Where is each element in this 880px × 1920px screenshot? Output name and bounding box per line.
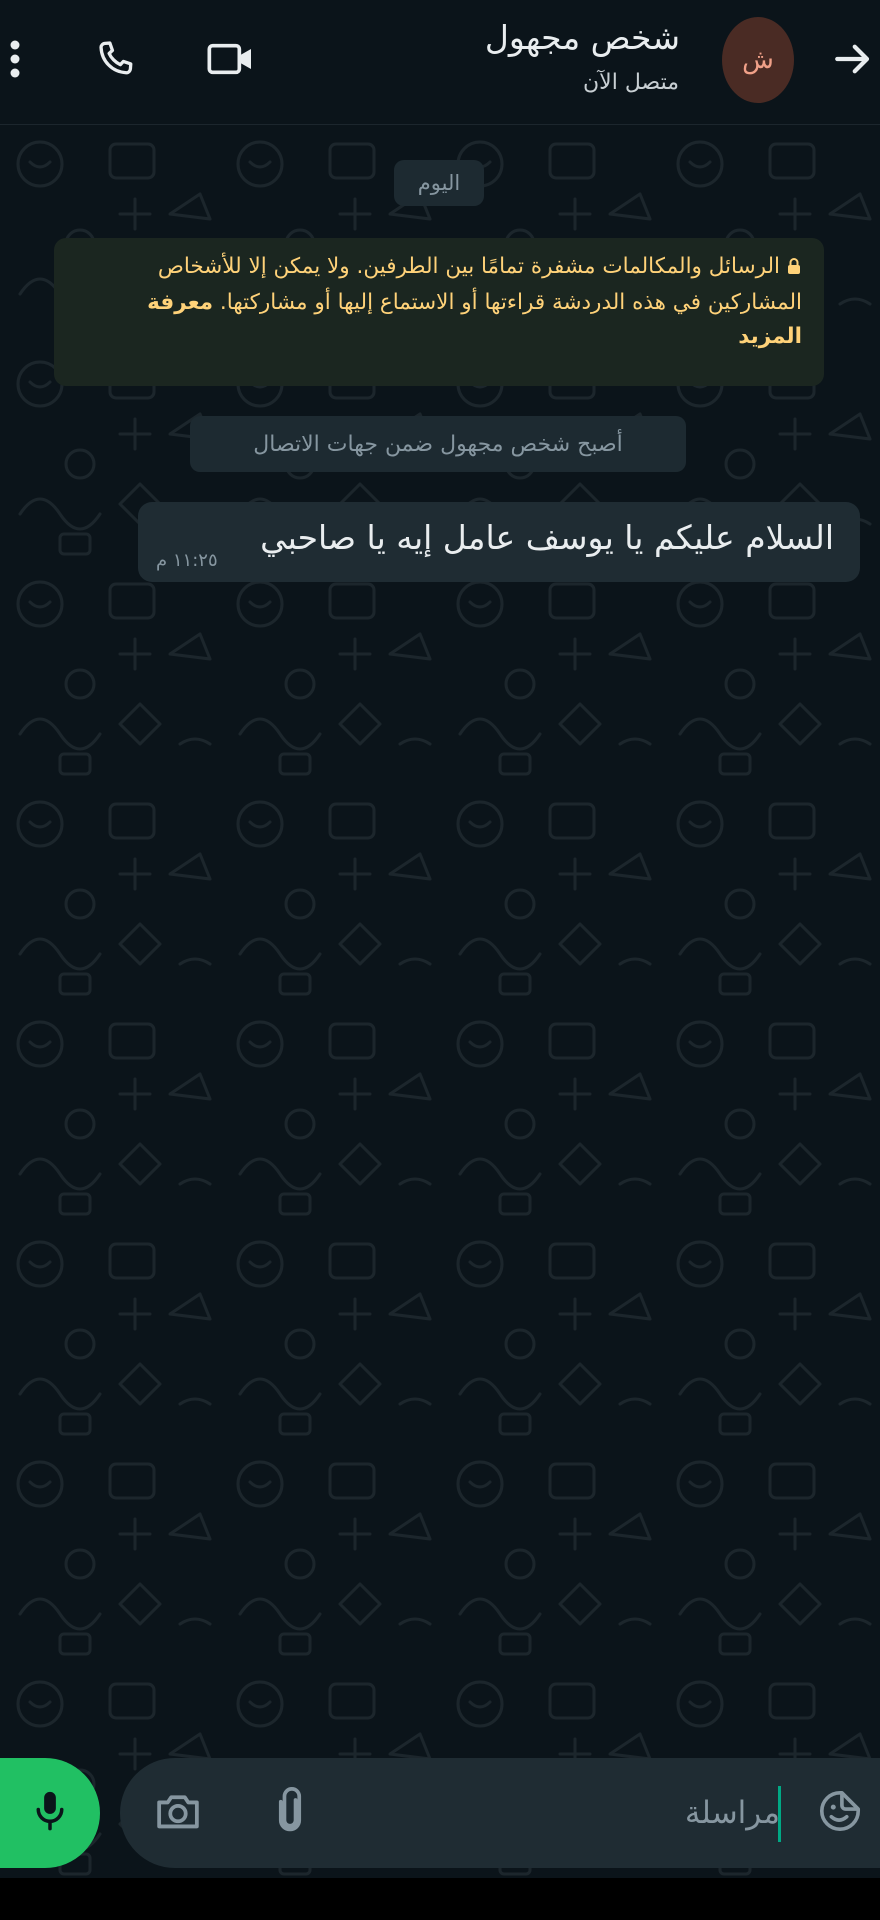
menu-icon — [9, 39, 21, 83]
video-icon — [206, 39, 256, 83]
contact-name[interactable]: شخص مجهول — [485, 18, 680, 57]
attach-icon — [274, 1787, 306, 1839]
chat-header: شخص مجهول متصل الآن ش — [0, 0, 880, 125]
attach-button[interactable] — [262, 1785, 318, 1841]
message-text: السلام عليكم يا يوسف عامل إيه يا صاحبي — [260, 518, 834, 557]
sticker-icon — [817, 1788, 863, 1838]
date-chip: اليوم — [394, 160, 484, 206]
encryption-notice-text: الرسائل والمكالمات مشفرة تمامًا بين الطر… — [157, 254, 802, 315]
camera-icon — [154, 1790, 202, 1836]
sticker-button[interactable] — [812, 1785, 868, 1841]
contact-status: متصل الآن — [583, 70, 679, 95]
avatar-letter: ش — [742, 45, 774, 75]
system-message: أصبح شخص مجهول ضمن جهات الاتصال — [190, 416, 686, 472]
chat-wallpaper — [0, 124, 880, 1878]
phone-icon — [93, 37, 137, 85]
message-bubble[interactable]: السلام عليكم يا يوسف عامل إيه يا صاحبي ١… — [138, 502, 860, 582]
lock-icon — [786, 252, 802, 286]
video-call-button[interactable] — [196, 26, 266, 96]
message-input[interactable] — [400, 1780, 780, 1846]
encryption-notice[interactable]: الرسائل والمكالمات مشفرة تمامًا بين الطر… — [54, 238, 824, 386]
text-caret — [778, 1786, 781, 1842]
mic-icon — [32, 1789, 68, 1837]
system-navigation-bar — [0, 1878, 880, 1920]
avatar[interactable]: ش — [722, 17, 794, 103]
menu-button[interactable] — [0, 26, 30, 96]
voice-call-button[interactable] — [80, 26, 150, 96]
camera-button[interactable] — [150, 1785, 206, 1841]
message-time: ١١:٢٥ م — [156, 550, 218, 571]
back-button[interactable] — [826, 26, 880, 96]
back-arrow-icon — [832, 38, 874, 84]
message-composer — [120, 1758, 880, 1868]
